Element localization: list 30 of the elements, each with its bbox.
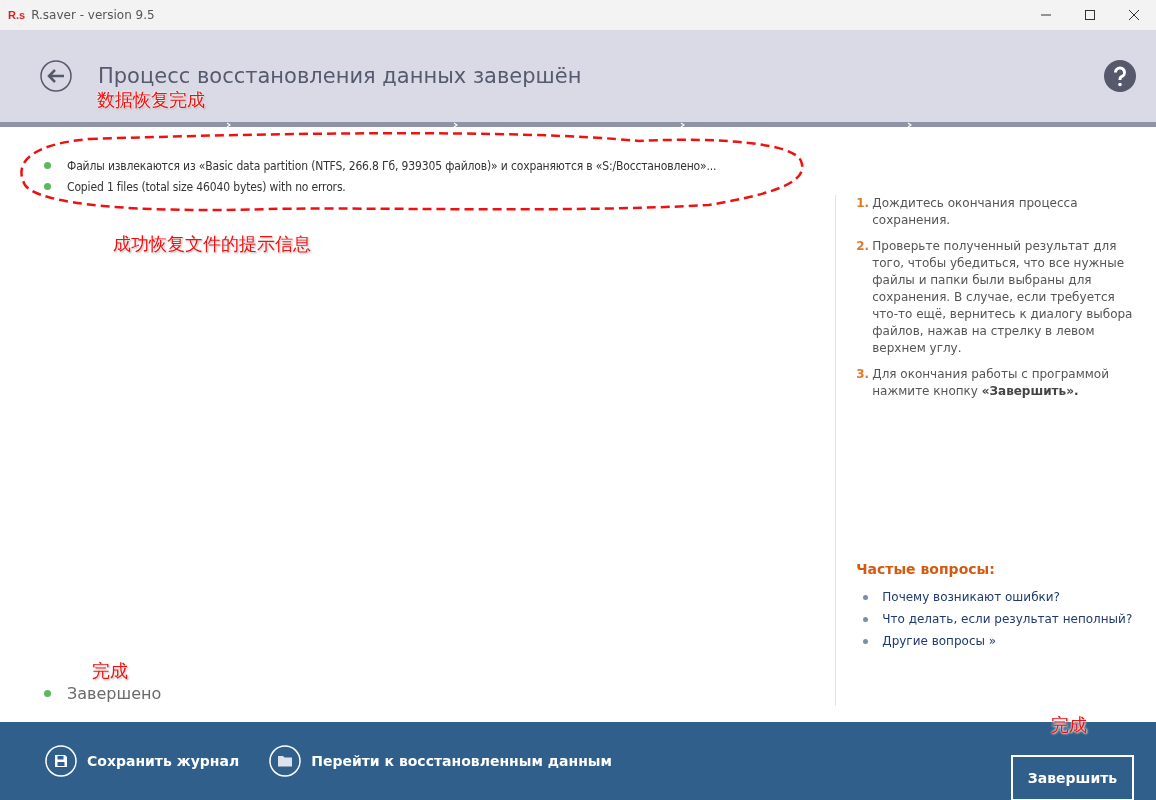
window-title: R.saver - version 9.5: [31, 8, 155, 22]
faq-heading: Частые вопросы:: [856, 561, 996, 578]
annotation-label: 成功恢复文件的提示信息: [113, 232, 311, 256]
step-number: 3.: [856, 366, 871, 383]
status-text: Завершено: [67, 684, 162, 703]
faq-link[interactable]: Что делать, если результат неполный?: [882, 610, 1133, 628]
annotation-label: 完成: [92, 659, 128, 683]
annotation-label: 数据恢复完成: [97, 88, 205, 112]
floppy-disk-icon: [45, 745, 77, 777]
footer-button[interactable]: Сохранить журнал: [45, 745, 240, 777]
step-number: 1.: [856, 195, 871, 212]
finish-button[interactable]: Завершить: [1011, 755, 1134, 800]
faq-link[interactable]: Почему возникают ошибки?: [882, 588, 1060, 606]
folder-icon: [269, 745, 302, 777]
bullet-icon: [863, 594, 869, 600]
help-icon[interactable]: [1104, 60, 1136, 92]
step-text: Проверьте полученный результат для того, чтобы убедиться, что все нужные файлы и папки были выбраны для сохранения. В случае, если требуется что-то ещё, вернитесь к диалогу выбора файлов, нажав на стрелку в левом верхнем углу.: [872, 238, 1134, 357]
app-logo: R.s: [8, 9, 26, 21]
log-message: Copied 1 files (total size 46040 bytes) with no errors.: [67, 179, 346, 194]
close-icon[interactable]: [1129, 10, 1139, 20]
step-text: Для окончания работы с программой нажмите кнопку «Завершить».: [872, 366, 1110, 400]
faq-link[interactable]: Другие вопросы »: [882, 632, 997, 650]
bullet-icon: [863, 638, 869, 644]
footer-button[interactable]: Перейти к восстановленным данным: [269, 745, 612, 777]
page-title: Процесс восстановления данных завершён: [98, 64, 583, 88]
maximize-icon[interactable]: [1085, 10, 1095, 20]
bullet-icon: [863, 616, 869, 622]
step-number: 2.: [856, 238, 871, 255]
log-message: Файлы извлекаются из «Basic data partition (NTFS, 266.8 Гб, 939305 файлов)» и сохраняются в «S:/Восстановлено»...: [67, 158, 717, 173]
step-text: Дождитесь окончания процесса сохранения.: [872, 195, 1079, 229]
